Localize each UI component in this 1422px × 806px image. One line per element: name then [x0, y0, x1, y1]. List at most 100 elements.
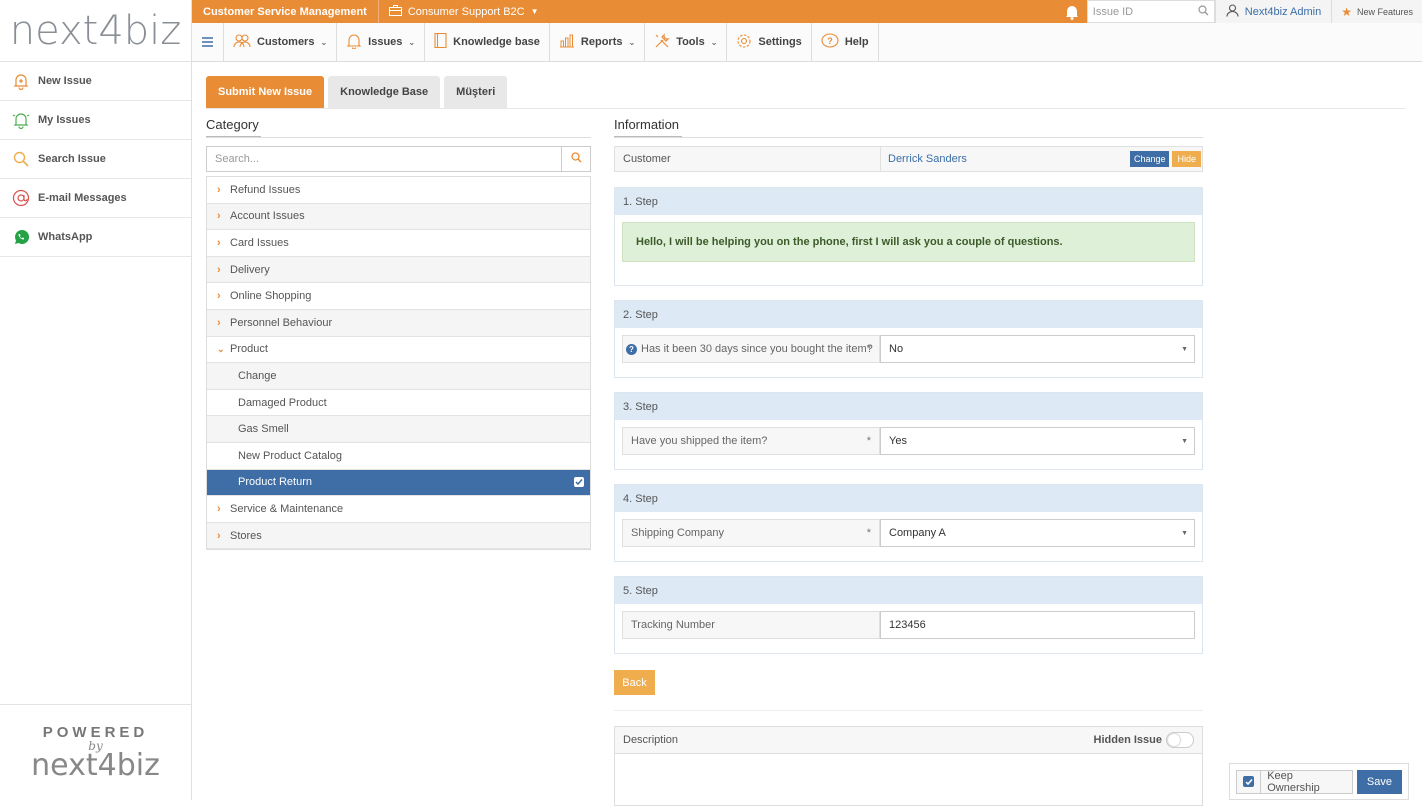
category-subitem-gas-smell[interactable]: Gas Smell [207, 416, 590, 443]
help-circle-icon[interactable]: ? [626, 343, 637, 355]
category-label: Damaged Product [238, 396, 327, 409]
new-features-link[interactable]: ★ New Features [1331, 0, 1422, 23]
bell-plus-icon [12, 72, 30, 90]
chevron-right-icon: › [217, 290, 221, 303]
question-label: Shipping Company * [622, 519, 880, 547]
hidden-issue-toggle[interactable] [1166, 732, 1194, 748]
category-subitem-damaged-product[interactable]: Damaged Product [207, 389, 590, 417]
top-bar: Customer Service Management Consumer Sup… [192, 0, 1422, 23]
hide-customer-button[interactable]: Hide [1172, 151, 1201, 167]
answer-value: 123456 [889, 619, 926, 631]
step-header: 1. Step [615, 188, 1202, 215]
nav-label: Help [844, 36, 869, 48]
logo[interactable]: next4biz [0, 0, 191, 62]
category-label: Account Issues [230, 210, 305, 223]
category-search-input[interactable] [207, 147, 561, 171]
category-subitem-new-product-catalog[interactable]: New Product Catalog [207, 442, 590, 470]
category-item-refund-issues[interactable]: › Refund Issues [207, 177, 590, 204]
answer-select[interactable]: Yes ▼ [880, 427, 1195, 455]
nav-knowledge-base[interactable]: Knowledge base [425, 22, 550, 62]
sidebar-item-my-issues[interactable]: My Issues [0, 101, 191, 140]
sidebar-item-label: My Issues [38, 114, 91, 126]
nav-label: Knowledge base [453, 36, 540, 48]
nav-help[interactable]: ? Help [812, 22, 879, 62]
step-header: 5. Step [615, 577, 1202, 604]
nav-issues[interactable]: Issues ⌄ [337, 22, 426, 62]
sidebar-item-email-messages[interactable]: E-mail Messages [0, 179, 191, 218]
tab-knowledge-base[interactable]: Knowledge Base [328, 76, 441, 108]
question-label: Have you shipped the item? * [622, 427, 880, 455]
user-icon [1226, 3, 1239, 20]
briefcase-icon [388, 4, 402, 19]
workspace-selector[interactable]: Consumer Support B2C ▼ [379, 4, 549, 19]
tracking-number-input[interactable]: 123456 [880, 611, 1195, 639]
category-item-personnel-behaviour[interactable]: › Personnel Behaviour [207, 309, 590, 337]
answer-value: Yes [889, 435, 907, 447]
nav-label: Customers [257, 36, 315, 48]
hamburger-menu-icon[interactable] [192, 22, 224, 62]
nav-settings[interactable]: Settings [727, 22, 812, 62]
hidden-issue-toggle-group: Hidden Issue [1094, 732, 1194, 748]
question-text: Has it been 30 days since you bought the… [641, 343, 873, 355]
keep-ownership-label: Keep Ownership [1261, 769, 1353, 794]
customer-value[interactable]: Derrick Sanders [881, 153, 1130, 165]
step-4: 4. Step Shipping Company * Company A ▼ [614, 484, 1203, 562]
svg-text:?: ? [827, 36, 833, 46]
category-label: New Product Catalog [238, 449, 342, 462]
sidebar: next4biz New Issue My Issues Search Issu… [0, 0, 192, 800]
category-item-online-shopping[interactable]: › Online Shopping [207, 283, 590, 310]
category-item-service-maintenance[interactable]: › Service & Maintenance [207, 496, 590, 523]
category-list: › Refund Issues › Account Issues › Card Iss… [206, 176, 591, 551]
nav-reports[interactable]: Reports ⌄ [550, 22, 646, 62]
sidebar-item-new-issue[interactable]: New Issue [0, 62, 191, 101]
category-subitem-product-return[interactable]: Product Return [207, 469, 590, 497]
category-subitem-change[interactable]: Change [207, 363, 590, 390]
answer-select[interactable]: No ▼ [880, 335, 1195, 363]
notification-bell-icon[interactable] [1057, 4, 1087, 20]
nav-customers[interactable]: Customers ⌄ [224, 22, 338, 62]
tab-submit-new-issue[interactable]: Submit New Issue [206, 76, 325, 108]
step-header: 4. Step [615, 485, 1202, 512]
whatsapp-icon [12, 228, 30, 246]
sidebar-item-whatsapp[interactable]: WhatsApp [0, 218, 191, 257]
category-label: Personnel Behaviour [230, 316, 333, 329]
chevron-down-icon: ▼ [530, 7, 539, 16]
description-label: Description [623, 734, 679, 746]
tab-musteri[interactable]: Müşteri [444, 76, 508, 108]
sidebar-item-label: E-mail Messages [38, 192, 127, 204]
category-item-card-issues[interactable]: › Card Issues [207, 230, 590, 257]
powered-by: POWERED by next4biz [0, 704, 191, 800]
search-button[interactable] [561, 147, 590, 171]
keep-ownership-checkbox[interactable] [1236, 769, 1262, 794]
hidden-issue-label: Hidden Issue [1093, 734, 1162, 746]
chevron-down-icon: ⌄ [217, 343, 225, 354]
user-menu[interactable]: Next4biz Admin [1214, 0, 1332, 23]
issue-id-search[interactable]: Issue ID [1086, 0, 1215, 23]
save-button[interactable]: Save [1356, 769, 1402, 794]
issue-id-input[interactable]: Issue ID [1093, 6, 1198, 18]
question-text: Shipping Company [631, 527, 724, 539]
answer-value: No [889, 343, 904, 355]
category-label: Refund Issues [230, 183, 301, 196]
category-item-product[interactable]: ⌄ Product [207, 336, 590, 364]
app-title[interactable]: Customer Service Management [192, 0, 379, 23]
category-item-account-issues[interactable]: › Account Issues [207, 203, 590, 231]
category-divider [206, 137, 591, 138]
back-button[interactable]: Back [614, 670, 655, 695]
category-item-delivery[interactable]: › Delivery [207, 256, 590, 284]
change-customer-button[interactable]: Change [1129, 151, 1170, 167]
dropdown-arrow-icon: ▼ [1181, 437, 1188, 445]
search-icon[interactable] [1198, 4, 1209, 19]
category-label: Stores [230, 529, 262, 542]
category-underline [206, 136, 261, 137]
gear-icon [736, 33, 752, 52]
category-search [206, 146, 591, 172]
step-1: 1. Step Hello, I will be helping you on … [614, 187, 1203, 286]
search-icon [570, 152, 582, 166]
nav-tools[interactable]: Tools ⌄ [645, 22, 728, 62]
answer-select[interactable]: Company A ▼ [880, 519, 1195, 547]
category-item-stores[interactable]: › Stores [207, 522, 590, 550]
information-underline [614, 136, 682, 137]
sidebar-item-search-issue[interactable]: Search Issue [0, 140, 191, 179]
chevron-right-icon: › [217, 316, 221, 329]
